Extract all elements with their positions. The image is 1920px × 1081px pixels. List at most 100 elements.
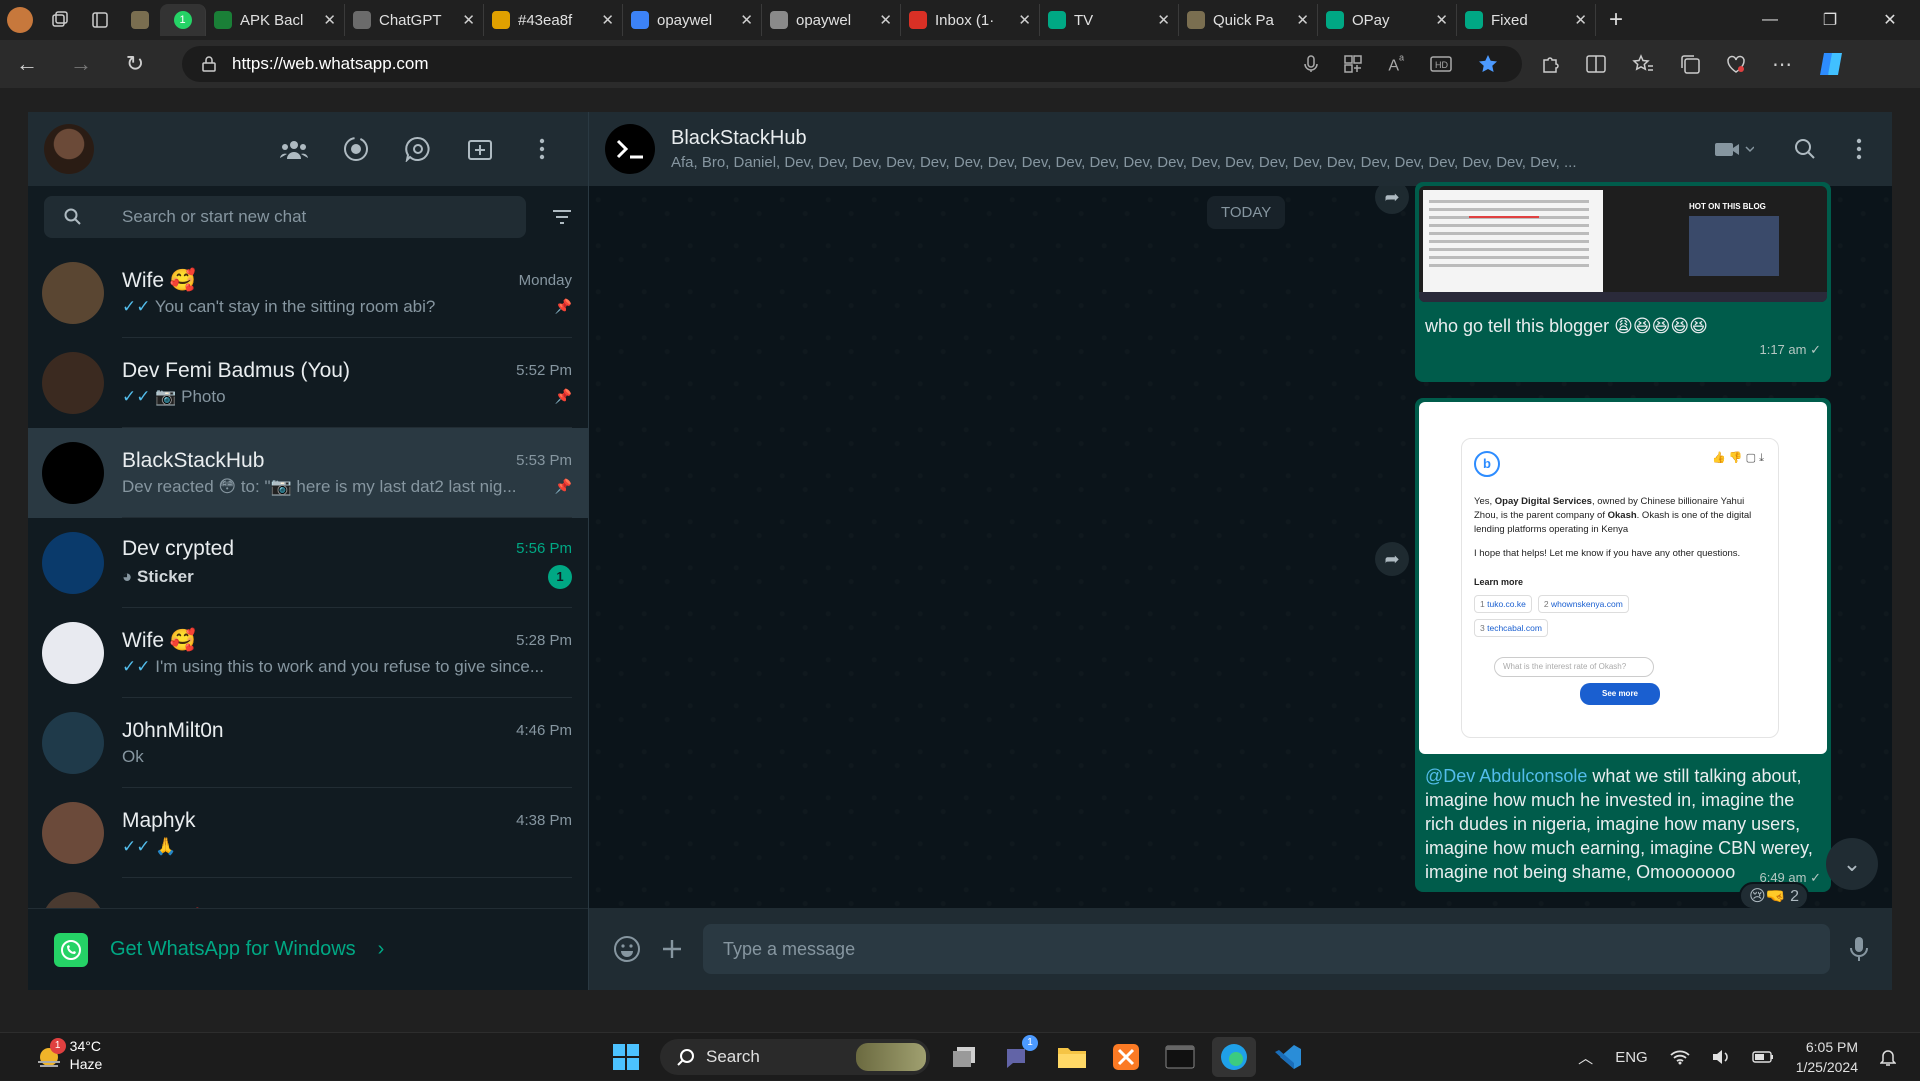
chat-avatar[interactable] [42,892,104,908]
status-icon[interactable] [340,133,372,165]
conversation-menu-icon[interactable] [1856,138,1862,160]
clock[interactable]: 6:05 PM 1/25/2024 [1796,1037,1858,1077]
message-image[interactable]: b 👍 👎 ▢ ⤓ Yes, Opay Digital Services, ow… [1419,402,1827,754]
wifi-icon[interactable] [1670,1049,1690,1065]
message-bubble[interactable]: HOT ON THIS BLOG who go tell this blogge… [1415,182,1831,382]
scroll-down-button[interactable]: ⌄ [1826,838,1878,890]
close-tab-icon[interactable]: ✕ [1157,11,1170,29]
volume-icon[interactable] [1712,1049,1730,1065]
browser-tab[interactable]: opaywel ✕ [623,4,762,36]
edge-icon[interactable] [1212,1037,1256,1077]
split-screen-icon[interactable] [1586,55,1606,73]
mention[interactable]: @Dev Abdulconsole [1425,766,1587,786]
browser-tab[interactable]: APK Bacl ✕ [206,4,345,36]
notifications-icon[interactable] [1880,1048,1896,1066]
close-tab-icon[interactable]: ✕ [462,11,475,29]
close-tab-icon[interactable]: ✕ [1018,11,1031,29]
conversation-header[interactable]: BlackStackHub Afa, Bro, Daniel, Dev, Dev… [589,112,1892,186]
chat-avatar[interactable] [42,802,104,864]
file-explorer-icon[interactable] [1050,1037,1094,1077]
chat-list-item[interactable]: Maphyk 4:38 Pm ✓✓ 🙏 [28,788,588,878]
address-bar[interactable]: https://web.whatsapp.com Aᵃ HD [182,46,1522,82]
minimize-button[interactable]: — [1740,0,1800,40]
browser-essentials-icon[interactable] [1726,54,1746,74]
tab-actions-icon[interactable] [80,0,120,40]
refresh-button[interactable]: ↻ [108,40,162,88]
attach-icon[interactable] [661,938,683,960]
chat-avatar[interactable] [42,622,104,684]
chat-avatar[interactable] [42,352,104,414]
forward-icon[interactable]: ➦ [1375,542,1409,576]
battery-icon[interactable] [1752,1051,1774,1063]
favorite-star-icon[interactable] [1478,54,1498,74]
close-tab-icon[interactable]: ✕ [1296,11,1309,29]
microphone-icon[interactable] [1850,936,1868,962]
filter-icon[interactable] [552,209,572,225]
lock-icon[interactable] [202,56,216,72]
communities-icon[interactable] [278,133,310,165]
browser-tab[interactable]: Inbox (1· ✕ [901,4,1040,36]
pinned-tab[interactable] [120,0,160,40]
terminal-icon[interactable] [1158,1037,1202,1077]
new-tab-button[interactable]: + [1596,0,1636,40]
chat-list-item[interactable]: Dev Femi Badmus (You) 5:52 Pm ✓✓ 📷 Photo 📌 [28,338,588,428]
weather-widget[interactable]: 1 34°C Haze [24,1037,114,1073]
close-tab-icon[interactable]: ✕ [879,11,892,29]
chat-avatar[interactable] [42,532,104,594]
chat-list-item[interactable]: Dev crypted 5:56 Pm ◕ Sticker 1 [28,518,588,608]
browser-tab[interactable]: #43ea8f ✕ [484,4,623,36]
profile-avatar[interactable] [0,0,40,40]
menu-icon[interactable] [526,133,558,165]
channels-icon[interactable] [402,133,434,165]
tray-overflow-icon[interactable]: ︿ [1578,1047,1593,1068]
forward-button[interactable]: → [54,40,108,88]
collections-icon[interactable] [1680,54,1700,74]
maximize-button[interactable]: ❐ [1800,0,1860,40]
more-menu-icon[interactable]: ⋯ [1772,52,1792,77]
favorites-icon[interactable] [1632,54,1654,74]
chat-avatar[interactable] [42,262,104,324]
chat-list-item[interactable]: J0hnMilt0n 4:46 Pm Ok [28,698,588,788]
xampp-icon[interactable] [1104,1037,1148,1077]
tab-whatsapp[interactable]: 1 [160,4,206,36]
browser-tab[interactable]: Fixed ✕ [1457,4,1596,36]
my-avatar[interactable] [44,124,94,174]
message-input[interactable] [703,924,1830,974]
search-box[interactable] [44,196,526,238]
extensions-icon[interactable] [1540,54,1560,74]
task-view-icon[interactable] [942,1037,986,1077]
taskbar-search[interactable]: Search [660,1039,930,1075]
get-whatsapp-banner[interactable]: Get WhatsApp for Windows › [28,908,588,990]
back-button[interactable]: ← [0,40,54,88]
chat-list-item[interactable]: Mom 🥰?2:48 Pm [28,878,588,908]
chat-list-item[interactable]: BlackStackHub 5:53 Pm Dev reacted 😳 to: "… [28,428,588,518]
microphone-icon[interactable] [1304,55,1319,73]
workspaces-icon[interactable] [40,0,80,40]
teams-chat-icon[interactable]: 1 [996,1035,1040,1077]
close-window-button[interactable]: ✕ [1860,0,1920,40]
close-tab-icon[interactable]: ✕ [601,11,614,29]
read-aloud-icon[interactable]: Aᵃ [1388,52,1404,75]
message-bubble[interactable]: b 👍 👎 ▢ ⤓ Yes, Opay Digital Services, ow… [1415,398,1831,892]
new-chat-icon[interactable] [464,133,496,165]
forward-icon[interactable]: ➦ [1375,180,1409,214]
close-tab-icon[interactable]: ✕ [1435,11,1448,29]
close-tab-icon[interactable]: ✕ [323,11,336,29]
browser-tab[interactable]: TV ✕ [1040,4,1179,36]
browser-tab[interactable]: ChatGPT ✕ [345,4,484,36]
chat-list-item[interactable]: Wife 🥰 Monday ✓✓ You can't stay in the si… [28,248,588,338]
browser-tab[interactable]: Quick Pa ✕ [1179,4,1318,36]
message-image[interactable]: HOT ON THIS BLOG [1419,186,1827,302]
emoji-icon[interactable] [613,935,641,963]
url-text[interactable]: https://web.whatsapp.com [232,54,429,74]
vscode-icon[interactable] [1266,1037,1310,1077]
group-avatar[interactable] [605,124,655,174]
app-available-icon[interactable] [1344,55,1363,73]
close-tab-icon[interactable]: ✕ [740,11,753,29]
message-reactions[interactable]: 😢🤜 2 [1739,882,1809,910]
browser-tab[interactable]: opaywel ✕ [762,4,901,36]
close-tab-icon[interactable]: ✕ [1574,11,1587,29]
chat-avatar[interactable] [42,442,104,504]
start-button[interactable] [604,1037,648,1077]
hd-icon[interactable]: HD [1430,56,1452,72]
